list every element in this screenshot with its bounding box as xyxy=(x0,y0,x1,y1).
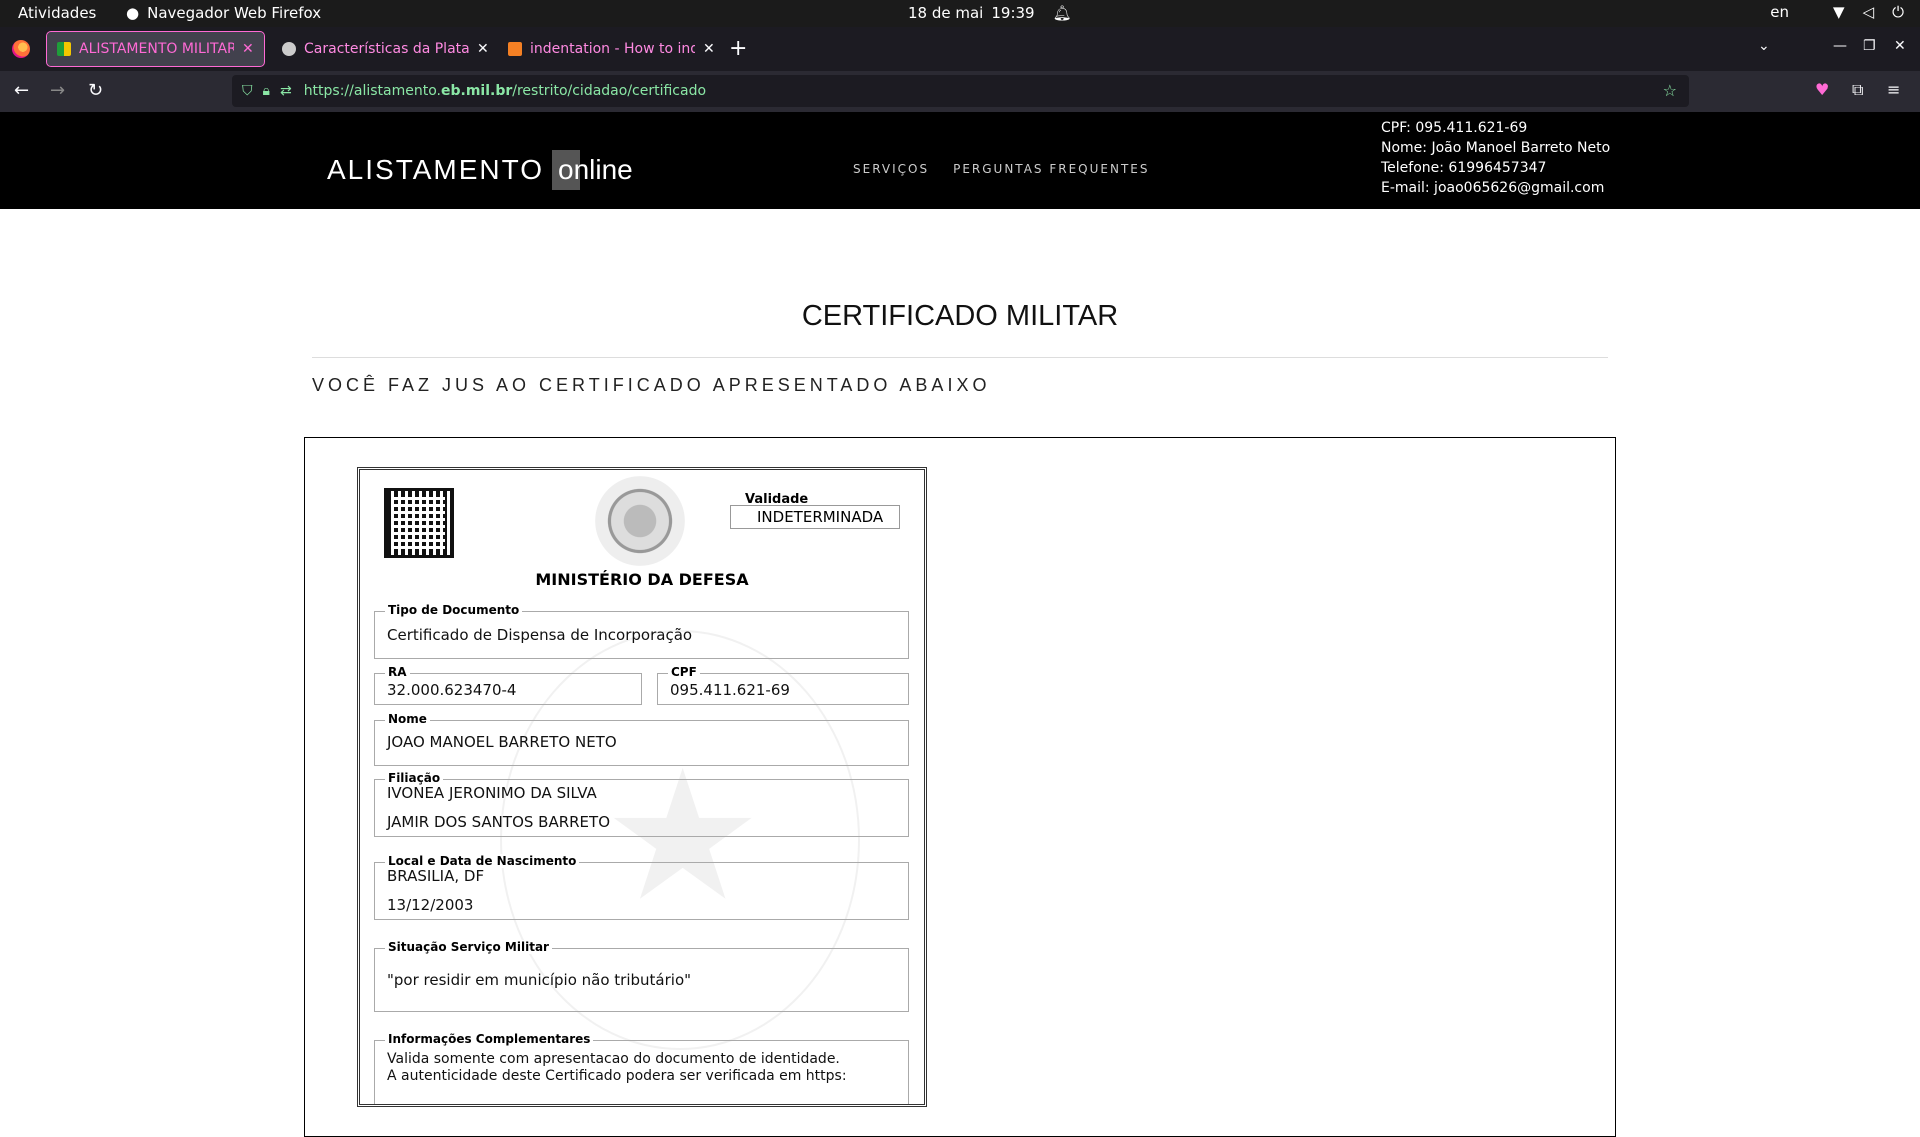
page-subtitle: VOCÊ FAZ JUS AO CERTIFICADO APRESENTADO … xyxy=(312,375,991,395)
tab-title: Características da Plataforma xyxy=(304,41,469,57)
field-nascimento: Local e Data de Nascimento BRASILIA, DF … xyxy=(374,854,909,920)
bell-icon: 🔔︎ xyxy=(1052,4,1072,22)
volume-icon: ◁ xyxy=(1862,3,1875,21)
tab-indentation[interactable]: indentation - How to indent ✕ xyxy=(498,32,725,66)
logo-online-text: online xyxy=(558,154,633,185)
app-name: Navegador Web Firefox xyxy=(147,4,322,22)
divider xyxy=(312,357,1608,358)
qr-code-icon xyxy=(384,488,454,558)
reload-icon[interactable]: ↻ xyxy=(88,80,103,101)
tab-title: ALISTAMENTO MILITAR O xyxy=(79,41,234,57)
extensions-icon[interactable]: ⧉ xyxy=(1852,80,1863,100)
firefox-logo-icon[interactable] xyxy=(12,40,30,58)
field-situacao: Situação Serviço Militar "por residir em… xyxy=(374,940,909,1012)
url-path: /restrito/cidadao/certificado xyxy=(512,83,707,99)
field-value: A autenticidade deste Certificado podera… xyxy=(387,1068,847,1084)
field-label: Situação Serviço Militar xyxy=(385,940,552,954)
tab-close-icon[interactable]: ✕ xyxy=(242,41,254,57)
field-filiacao: Filiação IVONEA JERONIMO DA SILVA JAMIR … xyxy=(374,771,909,837)
field-label: Informações Complementares xyxy=(385,1032,594,1046)
app-menu[interactable]: ● Navegador Web Firefox xyxy=(126,4,321,22)
restore-icon[interactable]: ❐ xyxy=(1863,38,1876,54)
back-arrow-icon[interactable]: ← xyxy=(14,80,29,101)
new-tab-plus-icon[interactable]: + xyxy=(729,36,747,61)
field-value: 095.411.621-69 xyxy=(670,681,790,699)
tab-favicon-icon xyxy=(282,42,296,56)
field-value: IVONEA JERONIMO DA SILVA xyxy=(387,784,597,802)
user-name: Nome: João Manoel Barreto Neto xyxy=(1381,140,1611,156)
menu-hamburger-icon[interactable]: ≡ xyxy=(1887,80,1900,99)
pocket-icon[interactable]: ♥ xyxy=(1815,80,1829,99)
clock[interactable]: 18 de mai 19:39 🔔︎ xyxy=(908,4,1072,22)
tab-favicon-icon xyxy=(57,42,71,56)
lock-icon[interactable]: 🔒︎ xyxy=(263,83,270,99)
permissions-icon[interactable]: ⇄ xyxy=(280,83,292,99)
tab-close-icon[interactable]: ✕ xyxy=(703,41,715,57)
field-informacoes: Informações Complementares Valida soment… xyxy=(374,1032,909,1104)
url-domain: eb.mil.br xyxy=(440,83,513,99)
user-phone: Telefone: 61996457347 xyxy=(1381,160,1547,176)
bookmark-star-icon[interactable]: ☆ xyxy=(1663,81,1677,100)
field-value: Valida somente com apresentacao do docum… xyxy=(387,1051,840,1067)
ministerio-heading: MINISTÉRIO DA DEFESA xyxy=(535,570,749,589)
field-value: JOAO MANOEL BARRETO NETO xyxy=(387,733,617,751)
field-value: 13/12/2003 xyxy=(387,896,474,914)
tab-title: indentation - How to indent xyxy=(530,41,695,57)
field-label: RA xyxy=(385,665,410,679)
nav-perguntas-frequentes[interactable]: PERGUNTAS FREQUENTES xyxy=(953,162,1149,176)
field-value: Certificado de Dispensa de Incorporação xyxy=(387,626,693,644)
field-value: "por residir em município não tributário… xyxy=(387,971,692,989)
firefox-icon: ● xyxy=(126,4,140,22)
coat-of-arms-icon xyxy=(595,476,685,566)
tab-close-icon[interactable]: ✕ xyxy=(477,41,489,57)
navigation-bar: ← → ↻ ⛉ 🔒︎ ⇄ https://alistamento.eb.mil.… xyxy=(0,71,1920,112)
field-label: Filiação xyxy=(385,771,444,785)
user-cpf: CPF: 095.411.621-69 xyxy=(1381,120,1528,136)
tab-favicon-icon xyxy=(508,42,522,56)
validade-value: INDETERMINADA xyxy=(730,505,900,529)
user-info: CPF: 095.411.621-69 Nome: João Manoel Ba… xyxy=(1381,118,1610,198)
certificate-card: Validade INDETERMINADA MINISTÉRIO DA DEF… xyxy=(357,467,927,1107)
field-value: BRASILIA, DF xyxy=(387,867,485,885)
address-bar[interactable]: ⛉ 🔒︎ ⇄ https://alistamento.eb.mil.br/res… xyxy=(232,75,1689,107)
language-indicator[interactable]: en xyxy=(1770,3,1789,21)
power-icon: ⏻ xyxy=(1892,3,1904,21)
field-value: 32.000.623470-4 xyxy=(387,681,517,699)
site-header: ALISTAMENTO online SERVIÇOS PERGUNTAS FR… xyxy=(0,112,1920,209)
url-text[interactable]: https://alistamento.eb.mil.br/restrito/c… xyxy=(304,83,706,99)
close-window-icon[interactable]: ✕ xyxy=(1894,38,1906,54)
nav-servicos[interactable]: SERVIÇOS xyxy=(853,162,929,176)
tab-strip: ALISTAMENTO MILITAR O ✕ Características … xyxy=(0,27,1920,71)
field-cpf: CPF 095.411.621-69 xyxy=(657,665,909,705)
list-all-tabs-chevron-icon[interactable]: ⌄ xyxy=(1758,38,1770,54)
field-label: Tipo de Documento xyxy=(385,603,523,617)
shield-icon[interactable]: ⛉ xyxy=(242,83,253,99)
field-nome: Nome JOAO MANOEL BARRETO NETO xyxy=(374,712,909,766)
field-value: JAMIR DOS SANTOS BARRETO xyxy=(387,813,611,831)
url-prefix: https://alistamento. xyxy=(303,83,441,99)
user-email: E-mail: joao065626@gmail.com xyxy=(1381,180,1605,196)
minimize-icon[interactable]: — xyxy=(1833,38,1847,54)
time: 19:39 xyxy=(991,4,1035,22)
system-top-bar: Atividades ● Navegador Web Firefox 18 de… xyxy=(0,0,1920,27)
page-title: CERTIFICADO MILITAR xyxy=(801,300,1119,332)
activities-button[interactable]: Atividades xyxy=(18,4,96,22)
tab-alistamento[interactable]: ALISTAMENTO MILITAR O ✕ xyxy=(46,31,265,67)
system-tray[interactable]: en ▼ ◁ ⏻ xyxy=(1770,3,1904,21)
forward-arrow-icon[interactable]: → xyxy=(50,80,65,101)
field-tipo-documento: Tipo de Documento Certificado de Dispens… xyxy=(374,603,909,659)
field-label: CPF xyxy=(668,665,700,679)
site-logo[interactable]: ALISTAMENTO online xyxy=(327,150,633,190)
date: 18 de mai xyxy=(908,4,984,22)
site-nav: SERVIÇOS PERGUNTAS FREQUENTES xyxy=(853,162,1149,176)
tab-caracteristicas[interactable]: Características da Plataforma ✕ xyxy=(272,32,499,66)
field-label: Nome xyxy=(385,712,430,726)
wifi-icon: ▼ xyxy=(1833,3,1845,21)
field-ra: RA 32.000.623470-4 xyxy=(374,665,642,705)
field-label: Local e Data de Nascimento xyxy=(385,854,580,868)
logo-main-text: ALISTAMENTO xyxy=(327,154,545,185)
